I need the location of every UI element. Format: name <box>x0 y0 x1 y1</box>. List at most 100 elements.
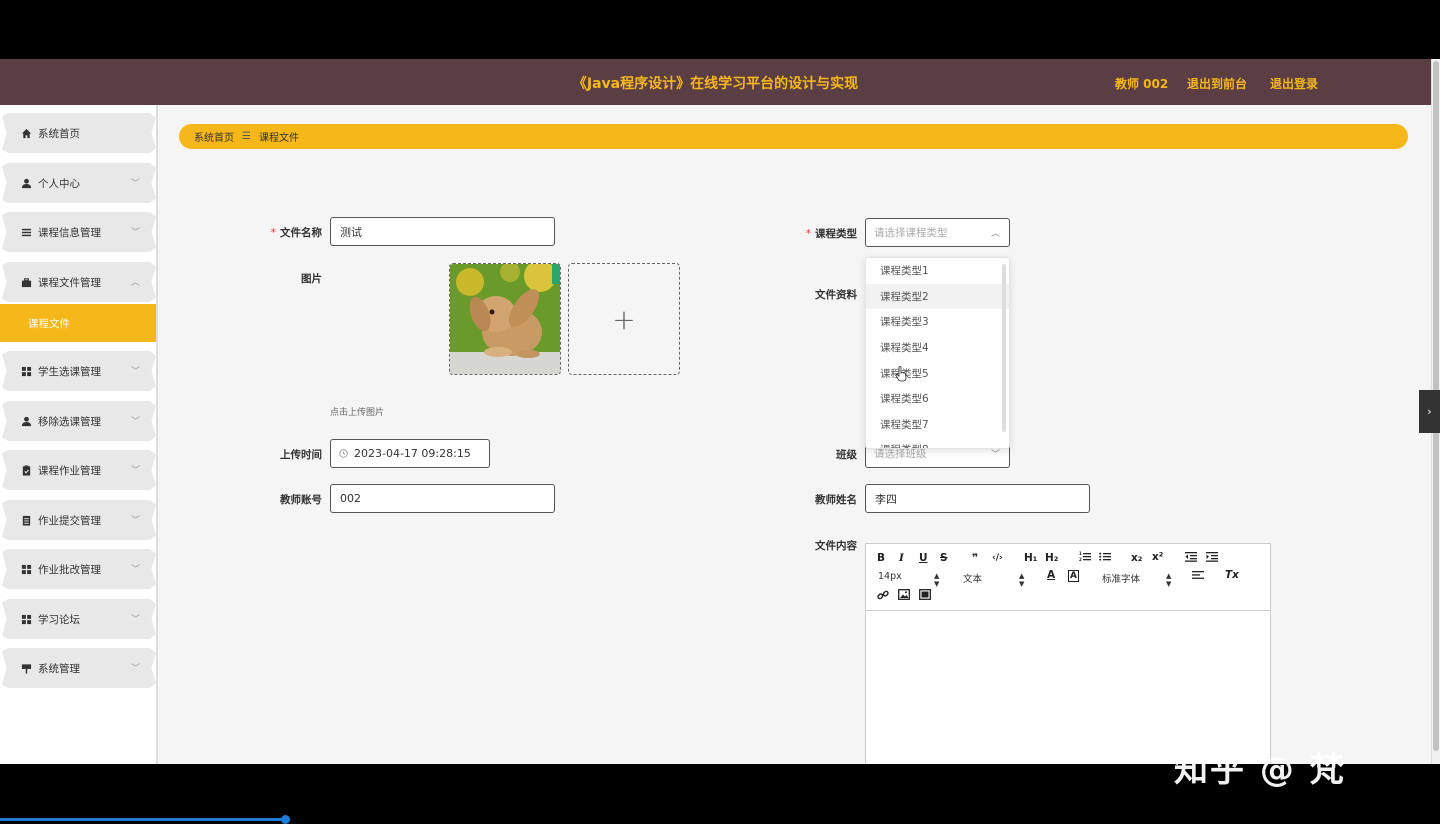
subscript-button[interactable]: x₂ <box>1131 552 1142 564</box>
teacher-account-input[interactable]: 002 <box>330 484 555 513</box>
rich-text-editor: B I U S ❞ ‹/› H₁ H₂ 12 x₂ x² 14px ▲ ▼ 文本 ▲ ▼… <box>865 543 1271 764</box>
sidebar: 系统首页 个人中心 ﹀ 课程信息管理 ﹀ 课程文件管理 ︿ 课程文件 学生选课管… <box>0 105 158 764</box>
home-icon <box>20 127 32 139</box>
h2-button[interactable]: H₂ <box>1045 552 1058 564</box>
course-type-option[interactable]: 课程类型1 <box>866 258 1009 284</box>
font-size-select[interactable]: 14px ▲ ▼ <box>878 571 942 588</box>
course-type-option[interactable]: 课程类型5 <box>866 360 1009 386</box>
sidebar-item-personal[interactable]: 个人中心 ﹀ <box>2 163 156 203</box>
sidebar-item-home[interactable]: 系统首页 <box>2 113 156 153</box>
sidebar-item-submission[interactable]: 作业提交管理 ﹀ <box>2 500 156 540</box>
course-type-option[interactable]: 课程类型3 <box>866 309 1009 335</box>
teacher-name-input[interactable]: 李四 <box>865 484 1090 513</box>
sidebar-item-remove-selection[interactable]: 移除选课管理 ﹀ <box>2 401 156 441</box>
logout-link[interactable]: 退出登录 <box>1270 75 1318 92</box>
sidebar-item-homework[interactable]: 课程作业管理 ﹀ <box>2 450 156 490</box>
chevron-down-icon: ﹀ <box>130 516 140 526</box>
sidebar-item-forum[interactable]: 学习论坛 ﹀ <box>2 599 156 639</box>
exit-to-front-link[interactable]: 退出到前台 <box>1187 75 1247 92</box>
sidebar-item-label: 个人中心 <box>38 177 80 190</box>
bold-button[interactable]: B <box>877 552 885 564</box>
file-material-label: 文件资料 <box>815 289 857 301</box>
updown-icon: ▲ ▼ <box>1166 572 1172 588</box>
clear-format-button[interactable]: Tx <box>1225 569 1239 581</box>
chevron-down-icon: ﹀ <box>130 417 140 427</box>
svg-text:2: 2 <box>1079 557 1082 562</box>
video-progress-bar[interactable] <box>0 815 290 824</box>
sidebar-item-course-files[interactable]: 课程文件管理 ︿ <box>2 262 156 302</box>
sidebar-item-label: 学习论坛 <box>38 613 80 626</box>
course-type-select[interactable]: 请选择课程类型 ︿ <box>865 218 1010 247</box>
side-panel-toggle[interactable]: › <box>1419 390 1440 433</box>
font-family-select[interactable]: 标准字体 ▲ ▼ <box>1102 571 1174 588</box>
teacher-name-label: 教师姓名 <box>815 494 857 506</box>
upload-time-input[interactable]: 2023-04-17 09:28:15 <box>330 439 490 468</box>
indent-icon[interactable] <box>1206 551 1218 565</box>
user-icon <box>20 177 32 189</box>
grid-icon <box>20 613 32 625</box>
sidebar-subitem-course-file[interactable]: 课程文件 <box>0 304 156 342</box>
align-icon[interactable] <box>1192 570 1204 583</box>
course-type-option[interactable]: 课程类型6 <box>866 386 1009 412</box>
user-icon <box>20 415 32 427</box>
breadcrumb-current: 课程文件 <box>258 133 299 144</box>
sidebar-item-student-selection[interactable]: 学生选课管理 ﹀ <box>2 351 156 391</box>
file-name-input[interactable]: 测试 <box>330 217 555 246</box>
chevron-down-icon: ﹀ <box>130 565 140 575</box>
chevron-down-icon: ﹀ <box>130 367 140 377</box>
file-name-label: * 文件名称 <box>270 227 322 239</box>
file-content-label: 文件内容 <box>815 540 857 552</box>
grid-icon <box>20 365 32 377</box>
sidebar-item-label: 系统首页 <box>38 127 80 140</box>
updown-icon: ▲ ▼ <box>1019 572 1025 588</box>
watermark: 知乎 @ 梵 <box>1174 750 1346 790</box>
h1-button[interactable]: H₁ <box>1024 552 1037 564</box>
outdent-icon[interactable] <box>1185 551 1197 565</box>
course-type-option[interactable]: 课程类型8 <box>866 437 1009 448</box>
sidebar-item-label: 课程信息管理 <box>38 226 101 239</box>
text-type-select[interactable]: 文本 ▲ ▼ <box>963 571 1027 588</box>
sidebar-item-label: 作业批改管理 <box>38 563 101 576</box>
upload-time-value: 2023-04-17 09:28:15 <box>354 447 471 460</box>
sidebar-item-label: 课程文件 <box>28 317 70 330</box>
dropdown-scrollbar[interactable] <box>1002 264 1006 432</box>
code-button[interactable]: ‹/› <box>992 553 1003 563</box>
chevron-right-icon: › <box>1427 405 1432 418</box>
sidebar-item-system[interactable]: 系统管理 ﹀ <box>2 648 156 688</box>
link-icon[interactable] <box>877 589 889 604</box>
sidebar-item-label: 学生选课管理 <box>38 365 101 378</box>
italic-button[interactable]: I <box>899 552 904 564</box>
uploaded-image-thumbnail[interactable] <box>449 263 561 375</box>
breadcrumb-separator: ☰ <box>242 131 251 142</box>
signpost-icon <box>20 662 32 674</box>
upload-time-label: 上传时间 <box>280 449 322 461</box>
sidebar-item-course-info[interactable]: 课程信息管理 ﹀ <box>2 212 156 252</box>
video-icon[interactable] <box>919 589 931 603</box>
sidebar-item-grading[interactable]: 作业批改管理 ﹀ <box>2 549 156 589</box>
course-type-option[interactable]: 课程类型7 <box>866 412 1009 438</box>
course-type-label: * 课程类型 <box>805 228 857 240</box>
grid-icon <box>20 563 32 575</box>
sidebar-item-label: 移除选课管理 <box>38 415 101 428</box>
background-color-button[interactable]: A <box>1068 570 1079 582</box>
superscript-button[interactable]: x² <box>1152 551 1163 563</box>
chevron-down-icon: ﹀ <box>130 615 140 625</box>
strike-button[interactable]: S <box>940 552 948 564</box>
breadcrumb-home[interactable]: 系统首页 <box>194 129 234 144</box>
ordered-list-icon[interactable]: 12 <box>1079 551 1091 565</box>
image-icon[interactable] <box>898 589 910 603</box>
course-type-option[interactable]: 课程类型4 <box>866 335 1009 361</box>
top-header: 《Java程序设计》在线学习平台的设计与实现 教师 002 退出到前台 退出登录 <box>0 59 1431 105</box>
current-user-link[interactable]: 教师 002 <box>1115 75 1168 92</box>
blockquote-button[interactable]: ❞ <box>972 552 978 564</box>
class-label: 班级 <box>836 449 857 461</box>
bullet-list-icon[interactable] <box>1099 551 1111 565</box>
progress-handle[interactable] <box>281 815 290 824</box>
image-upload-button[interactable]: + <box>568 263 680 375</box>
underline-button[interactable]: U <box>919 552 928 564</box>
course-type-option[interactable]: 课程类型2 <box>866 283 1009 310</box>
chevron-up-icon: ︿ <box>990 229 1000 239</box>
text-color-button[interactable]: A <box>1047 569 1055 581</box>
chevron-down-icon: ﹀ <box>130 664 140 674</box>
document-icon <box>20 514 32 526</box>
